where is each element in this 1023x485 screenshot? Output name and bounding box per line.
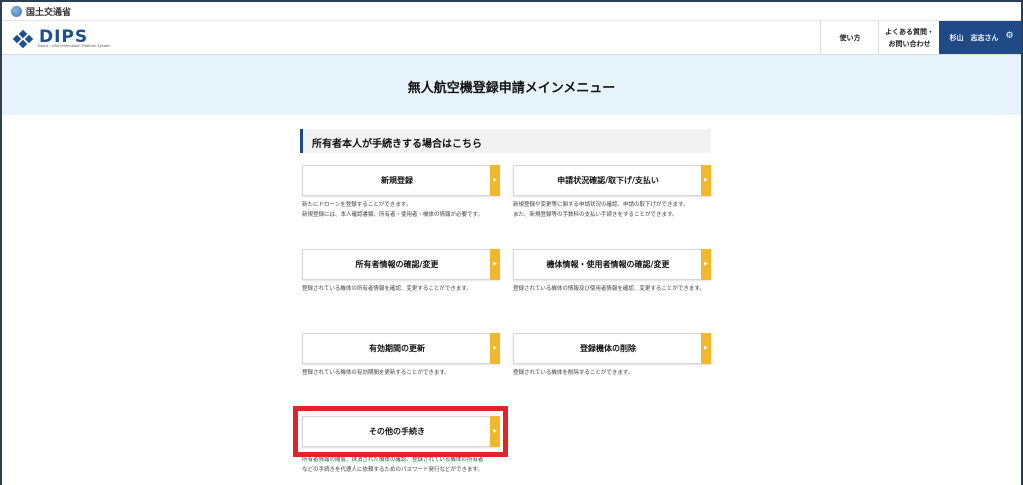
new-registration-button[interactable]: 新規登録 ▶	[302, 165, 500, 196]
owner-info-desc: 登録されている機体の所有者情報を確認、変更することができます。	[302, 286, 472, 292]
user-menu-button[interactable]: 杉山 志志さん ⚙	[939, 21, 1021, 54]
nav-usage-button[interactable]: 使い方	[820, 21, 879, 54]
application-status-button[interactable]: 申請状況確認/取下げ/支払い ▶	[513, 165, 711, 196]
chevron-right-icon: ▶	[490, 165, 500, 196]
section-title: 所有者本人が手続きする場合はこちら	[312, 139, 482, 150]
aircraft-user-info-button[interactable]: 機体情報・使用者情報の確認/変更 ▶	[513, 249, 711, 280]
chevron-right-icon: ▶	[701, 249, 711, 280]
section-heading: 所有者本人が手続きする場合はこちら	[300, 129, 711, 153]
dips-logo-subtext: Drone / UAS Information Platform System	[38, 44, 111, 48]
page-title: 無人航空機登録申請メインメニュー	[407, 81, 616, 96]
gear-icon: ⚙	[1005, 31, 1014, 41]
application-status-label: 申請状況確認/取下げ/支払い	[557, 176, 659, 185]
renewal-label: 有効期間の更新	[369, 344, 425, 353]
application-status-desc: 新規登録や変更等に関する申請状況の確認、申請の取下げができます。 また、新規登録…	[513, 202, 689, 218]
delete-aircraft-label: 登録機体の削除	[580, 344, 636, 353]
site-header: DIPS Drone / UAS Information Platform Sy…	[2, 21, 1021, 55]
chevron-right-icon: ▶	[490, 416, 500, 447]
mlit-name[interactable]: 国土交通省	[26, 5, 71, 18]
owner-info-button[interactable]: 所有者情報の確認/変更 ▶	[302, 249, 500, 280]
mlit-bar: 国土交通省	[2, 2, 1021, 21]
chevron-right-icon: ▶	[490, 333, 500, 364]
other-procedures-desc: 所有者情報の閲覧、抹消された機体の確認、登録されている機体の所有者 などの手続き…	[302, 457, 484, 473]
renewal-button[interactable]: 有効期間の更新 ▶	[302, 333, 500, 364]
user-name: 杉山 志志さん	[949, 33, 999, 42]
owner-info-label: 所有者情報の確認/変更	[355, 260, 439, 269]
new-registration-desc: 新たにドローンを登録することができます。 新規登録には、本人確認書類、所有者・使…	[302, 202, 483, 218]
chevron-right-icon: ▶	[701, 333, 711, 364]
aircraft-user-info-label: 機体情報・使用者情報の確認/変更	[546, 260, 670, 269]
aircraft-user-info-desc: 登録されている機体の情報及び使用者情報を確認、変更することができます。	[513, 286, 705, 292]
nav-usage-label: 使い方	[839, 33, 861, 42]
delete-aircraft-button[interactable]: 登録機体の削除 ▶	[513, 333, 711, 364]
page-hero: 無人航空機登録申請メインメニュー	[2, 55, 1021, 115]
dips-diamond-icon	[12, 29, 34, 49]
new-registration-label: 新規登録	[381, 176, 413, 185]
renewal-desc: 登録されている機体の有効期間を更新することができます。	[302, 370, 450, 376]
nav-faq-label-line2: お問い合わせ	[888, 39, 931, 48]
nav-faq-button[interactable]: よくある質問・ お問い合わせ	[878, 21, 940, 54]
chevron-right-icon: ▶	[701, 165, 711, 196]
other-procedures-label: その他の手続き	[369, 427, 425, 436]
nav-faq-label-line1: よくある質問・	[885, 27, 934, 36]
other-procedures-button[interactable]: その他の手続き ▶	[302, 416, 500, 447]
chevron-right-icon: ▶	[490, 249, 500, 280]
delete-aircraft-desc: 登録されている機体を削除することができます。	[513, 370, 634, 376]
mlit-logo-icon	[11, 5, 22, 17]
dips-logo[interactable]: DIPS Drone / UAS Information Platform Sy…	[12, 27, 111, 49]
